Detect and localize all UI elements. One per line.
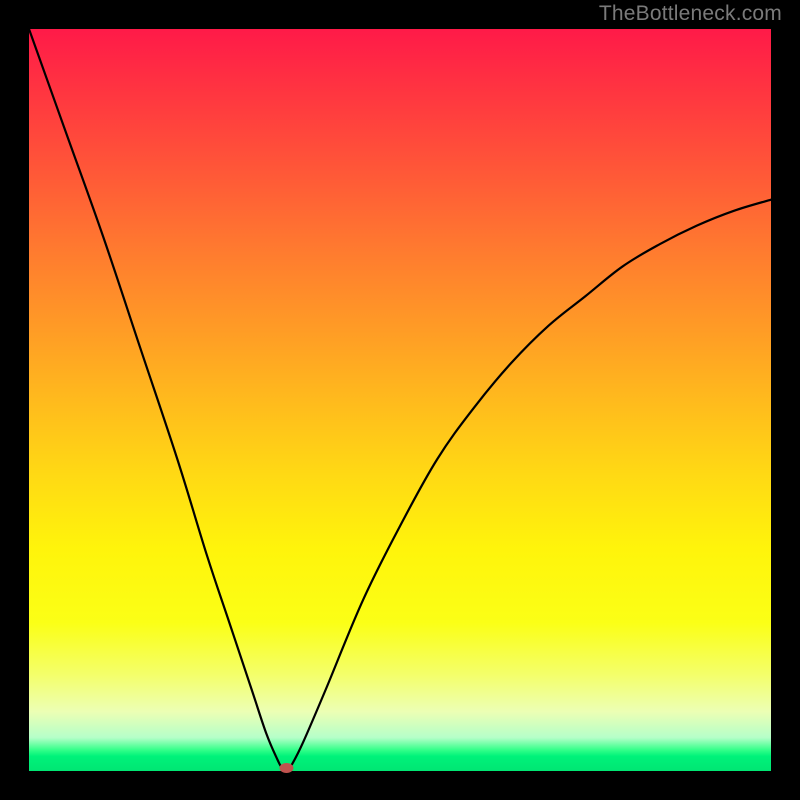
optimum-marker (279, 763, 293, 773)
plot-area (29, 29, 771, 771)
chart-frame: TheBottleneck.com (0, 0, 800, 800)
bottleneck-curve (29, 29, 771, 771)
watermark-text: TheBottleneck.com (599, 2, 782, 26)
